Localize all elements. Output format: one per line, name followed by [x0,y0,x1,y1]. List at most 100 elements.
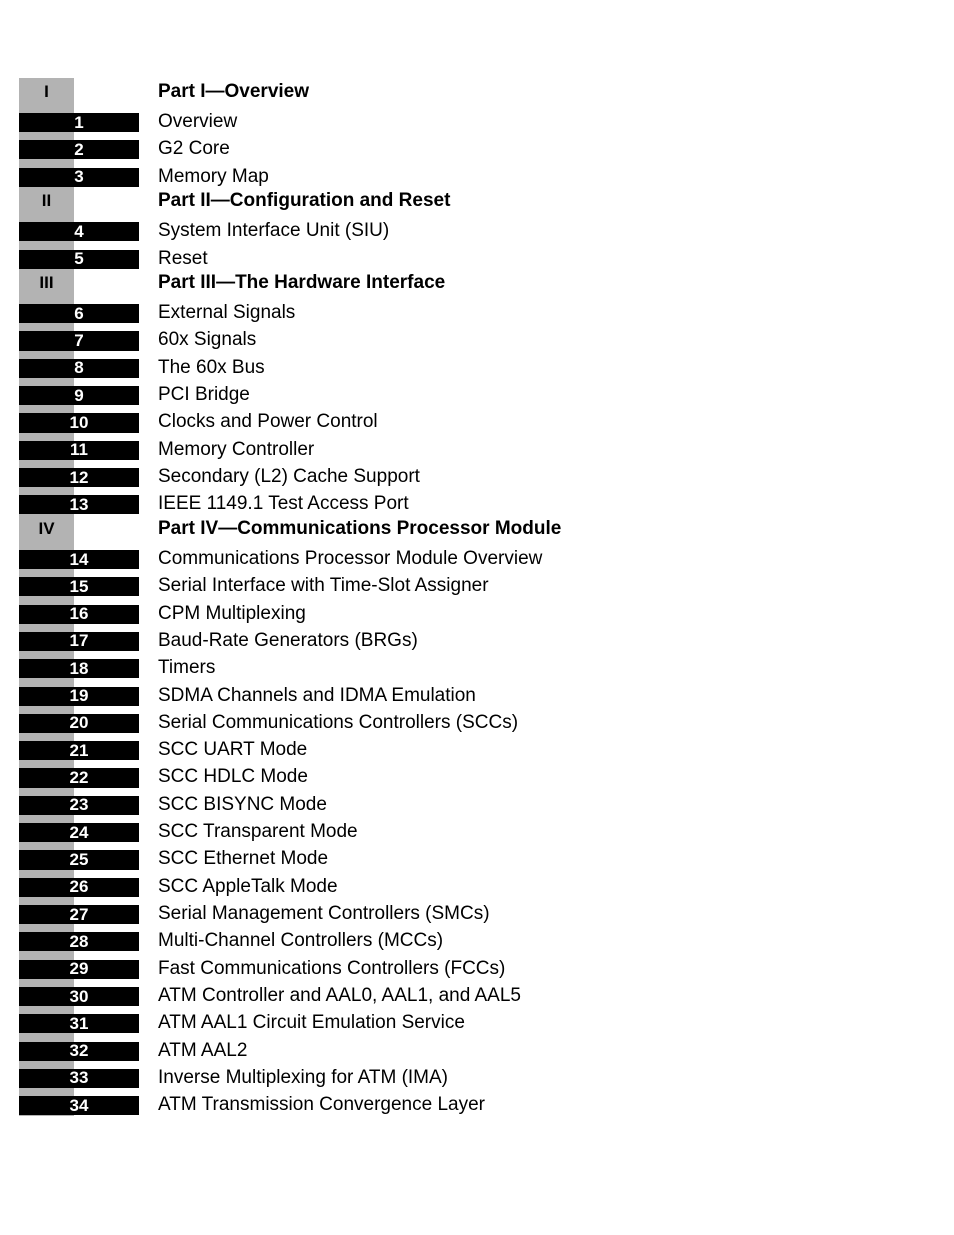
chapter-entry[interactable]: 10 Clocks and Power Control [0,405,954,434]
part-heading[interactable]: I Part I—Overview [0,78,954,106]
chapter-number-box: 11 [19,440,139,460]
chapter-title[interactable]: External Signals [158,297,295,324]
chapter-number-box: 34 [19,1096,139,1115]
chapter-title[interactable]: IEEE 1149.1 Test Access Port [158,488,409,515]
chapter-title[interactable]: ATM AAL2 [158,1034,247,1061]
chapter-title[interactable]: Clocks and Power Control [158,406,378,433]
chapter-title[interactable]: 60x Signals [158,324,256,351]
chapter-number: 20 [69,713,89,733]
chapter-number-box: 13 [19,495,139,514]
chapter-entry[interactable]: 28 Multi-Channel Controllers (MCCs) [0,924,954,952]
chapter-title[interactable]: SCC BISYNC Mode [158,788,327,815]
chapter-number: 4 [74,221,84,241]
chapter-title[interactable]: Memory Map [158,160,269,187]
chapter-entry[interactable]: 33 Inverse Multiplexing for ATM (IMA) [0,1061,954,1089]
chapter-entry[interactable]: 31 ATM AAL1 Circuit Emulation Service [0,1006,954,1034]
chapter-title[interactable]: Overview [158,105,237,132]
chapter-number-box: 5 [19,249,139,269]
chapter-title[interactable]: Secondary (L2) Cache Support [158,460,420,487]
chapter-entry[interactable]: 24 SCC Transparent Mode [0,815,954,843]
chapter-number-box: 16 [19,604,139,624]
chapter-number-box: 10 [19,413,139,432]
chapter-title[interactable]: G2 Core [158,133,230,160]
chapter-title[interactable]: Baud-Rate Generators (BRGs) [158,624,418,651]
chapter-number: 19 [69,686,89,706]
chapter-number-box: 33 [19,1068,139,1088]
chapter-entry[interactable]: 29 Fast Communications Controllers (FCCs) [0,952,954,980]
chapter-title[interactable]: SCC Transparent Mode [158,815,358,842]
chapter-number: 7 [74,331,84,351]
chapter-entry[interactable]: 8 The 60x Bus [0,351,954,379]
chapter-entry[interactable]: 2 G2 Core [0,132,954,160]
chapter-title[interactable]: Inverse Multiplexing for ATM (IMA) [158,1061,448,1088]
chapter-entry[interactable]: 17 Baud-Rate Generators (BRGs) [0,624,954,652]
chapter-entry[interactable]: 4 System Interface Unit (SIU) [0,214,954,242]
chapter-entry[interactable]: 27 Serial Management Controllers (SMCs) [0,897,954,925]
chapter-title[interactable]: The 60x Bus [158,351,265,378]
chapter-entry[interactable]: 30 ATM Controller and AAL0, AAL1, and AAL… [0,979,954,1007]
chapter-title[interactable]: PCI Bridge [158,378,250,405]
chapter-entry[interactable]: 13 IEEE 1149.1 Test Access Port [0,487,954,515]
chapter-number: 24 [69,822,89,842]
chapter-title[interactable]: ATM AAL1 Circuit Emulation Service [158,1007,465,1034]
chapter-entry[interactable]: 15 Serial Interface with Time-Slot Assign… [0,569,954,597]
chapter-title[interactable]: SCC HDLC Mode [158,761,308,788]
chapter-title[interactable]: SCC UART Mode [158,734,307,761]
chapter-number-box: 24 [19,823,139,842]
chapter-title[interactable]: Serial Communications Controllers (SCCs) [158,706,518,733]
part-title[interactable]: Part I—Overview [158,78,309,105]
part-heading[interactable]: IV Part IV—Communications Processor Modul… [0,515,954,543]
chapter-entry[interactable]: 19 SDMA Channels and IDMA Emulation [0,678,954,707]
chapter-number: 25 [69,849,89,869]
chapter-title[interactable]: Communications Processor Module Overview [158,542,542,569]
part-heading[interactable]: III Part III—The Hardware Interface [0,269,954,297]
chapter-entry[interactable]: 25 SCC Ethernet Mode [0,842,954,871]
chapter-title[interactable]: Fast Communications Controllers (FCCs) [158,952,505,979]
chapter-entry[interactable]: 7 60x Signals [0,323,954,352]
chapter-title[interactable]: Timers [158,652,215,679]
chapter-entry[interactable]: 6 External Signals [0,296,954,324]
chapter-entry[interactable]: 14 Communications Processor Module Overvi… [0,542,954,570]
chapter-number: 8 [74,358,84,378]
chapter-number: 29 [69,959,89,979]
chapter-entry[interactable]: 20 Serial Communications Controllers (SCC… [0,706,954,734]
chapter-entry[interactable]: 18 Timers [0,651,954,679]
chapter-entry[interactable]: 1 Overview [0,105,954,133]
chapter-entry[interactable]: 12 Secondary (L2) Cache Support [0,460,954,488]
chapter-title[interactable]: Serial Management Controllers (SMCs) [158,897,490,924]
chapter-entry[interactable]: 34 ATM Transmission Convergence Layer [0,1088,954,1116]
chapter-number-box: 2 [19,140,139,159]
part-heading[interactable]: II Part II—Configuration and Reset [0,187,954,215]
chapter-entry[interactable]: 16 CPM Multiplexing [0,596,954,625]
chapter-title[interactable]: Memory Controller [158,433,314,460]
chapter-entry[interactable]: 3 Memory Map [0,159,954,188]
chapter-title[interactable]: SDMA Channels and IDMA Emulation [158,679,476,706]
chapter-entry[interactable]: 9 PCI Bridge [0,378,954,406]
chapter-number: 5 [74,249,84,269]
chapter-title[interactable]: ATM Transmission Convergence Layer [158,1089,485,1116]
chapter-title[interactable]: System Interface Unit (SIU) [158,215,389,242]
chapter-title[interactable]: SCC AppleTalk Mode [158,870,338,897]
chapter-entry[interactable]: 21 SCC UART Mode [0,733,954,761]
part-number: IV [38,518,55,538]
part-number: III [39,272,54,292]
chapter-title[interactable]: ATM Controller and AAL0, AAL1, and AAL5 [158,979,521,1006]
chapter-number: 15 [69,576,89,596]
chapter-entry[interactable]: 23 SCC BISYNC Mode [0,788,954,816]
chapter-entry[interactable]: 11 Memory Controller [0,433,954,461]
chapter-entry[interactable]: 26 SCC AppleTalk Mode [0,870,954,898]
chapter-number-box: 30 [19,987,139,1006]
part-number: II [41,190,52,210]
part-title[interactable]: Part II—Configuration and Reset [158,187,450,214]
chapter-title[interactable]: SCC Ethernet Mode [158,843,328,870]
chapter-title[interactable]: CPM Multiplexing [158,597,306,624]
part-title[interactable]: Part III—The Hardware Interface [158,269,445,296]
chapter-entry[interactable]: 22 SCC HDLC Mode [0,760,954,789]
chapter-entry[interactable]: 5 Reset [0,241,954,270]
chapter-title[interactable]: Multi-Channel Controllers (MCCs) [158,925,443,952]
chapter-title[interactable]: Serial Interface with Time-Slot Assigner [158,570,489,597]
chapter-title[interactable]: Reset [158,242,208,269]
chapter-entry[interactable]: 32 ATM AAL2 [0,1033,954,1062]
part-title[interactable]: Part IV—Communications Processor Module [158,515,561,542]
chapter-number-box: 12 [19,468,139,487]
